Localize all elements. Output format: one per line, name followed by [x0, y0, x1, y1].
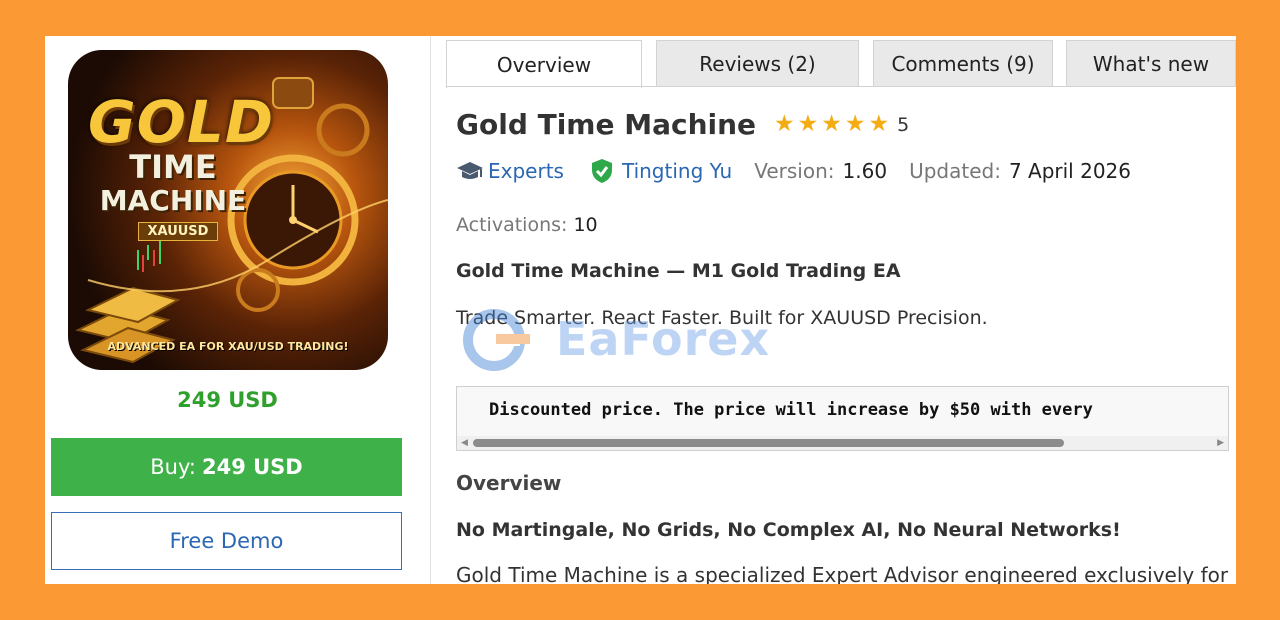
description-tagline: Trade Smarter. React Faster. Built for X… — [456, 307, 988, 329]
tab-overview[interactable]: Overview — [446, 40, 642, 88]
star-icon: ★ — [844, 111, 866, 137]
category-link[interactable]: Experts — [488, 159, 564, 183]
buy-amount: 249 USD — [201, 455, 303, 479]
product-sidebar: GOLD TIME MACHINE XAUUSD ADVANCED EA FOR… — [45, 36, 431, 584]
image-footer-text: ADVANCED EA FOR XAU/USD TRADING! — [107, 340, 349, 353]
image-title-time: TIME — [129, 148, 217, 186]
product-price: 249 USD — [177, 388, 278, 412]
star-icon: ★ — [797, 111, 819, 137]
free-demo-label: Free Demo — [169, 529, 284, 553]
image-title-machine: MACHINE — [99, 184, 247, 217]
buy-label: Buy: — [150, 455, 196, 479]
version-label: Version: — [754, 159, 835, 183]
star-icon: ★ — [774, 111, 795, 137]
tab-label: What's new — [1092, 51, 1210, 76]
title-row: Gold Time Machine ★ ★ ★ ★ ★ 5 — [456, 108, 909, 141]
rating-stars[interactable]: ★ ★ ★ ★ ★ — [774, 113, 889, 136]
overview-content: Gold Time Machine ★ ★ ★ ★ ★ 5 Experts Ti… — [456, 96, 1231, 584]
overview-heading: Overview — [456, 471, 562, 495]
horizontal-scrollbar[interactable]: ◀ ▶ — [457, 436, 1228, 450]
meta-row: Experts Tingting Yu Version: 1.60 Update… — [456, 158, 1131, 184]
scroll-right-arrow-icon[interactable]: ▶ — [1217, 438, 1224, 448]
scroll-left-arrow-icon[interactable]: ◀ — [461, 438, 468, 448]
code-block[interactable]: Discounted price. The price will increas… — [456, 386, 1229, 451]
updated-value: 7 April 2026 — [1008, 159, 1131, 183]
graduation-cap-icon — [456, 158, 488, 184]
product-title: Gold Time Machine — [456, 108, 757, 141]
image-title-gold: GOLD — [88, 88, 275, 156]
tab-label: Overview — [496, 52, 592, 77]
verified-shield-icon — [590, 158, 622, 184]
star-icon: ★ — [821, 111, 842, 137]
tab-comments[interactable]: Comments (9) — [873, 40, 1053, 86]
product-image[interactable]: GOLD TIME MACHINE XAUUSD ADVANCED EA FOR… — [68, 50, 388, 370]
tab-whats-new[interactable]: What's new — [1066, 40, 1236, 86]
no-martingale-line: No Martingale, No Grids, No Complex AI, … — [456, 519, 1121, 541]
activations-label: Activations: — [456, 214, 568, 236]
rating-value: 5 — [897, 113, 910, 136]
author-link[interactable]: Tingting Yu — [622, 159, 732, 183]
activations-value: 10 — [573, 214, 598, 236]
tab-bar: Overview Reviews (2) Comments (9) What's… — [446, 40, 1236, 88]
updated-label: Updated: — [909, 159, 1001, 183]
free-demo-button[interactable]: Free Demo — [51, 512, 402, 570]
product-panel: GOLD TIME MACHINE XAUUSD ADVANCED EA FOR… — [45, 36, 1236, 584]
description-paragraph: Gold Time Machine is a specialized Exper… — [456, 563, 1229, 584]
code-text: Discounted price. The price will increas… — [489, 400, 1093, 420]
description-heading: Gold Time Machine — M1 Gold Trading EA — [456, 260, 901, 282]
version-value: 1.60 — [842, 159, 888, 183]
tab-reviews[interactable]: Reviews (2) — [656, 40, 859, 86]
activations: Activations: 10 — [456, 214, 598, 236]
tab-label: Reviews (2) — [699, 51, 816, 76]
tab-divider — [446, 86, 1236, 87]
buy-button[interactable]: Buy: 249 USD — [51, 438, 402, 496]
scrollbar-thumb[interactable] — [473, 439, 1064, 447]
tab-label: Comments (9) — [891, 51, 1035, 76]
star-icon: ★ — [868, 111, 890, 137]
image-tag-xauusd: XAUUSD — [138, 222, 218, 241]
